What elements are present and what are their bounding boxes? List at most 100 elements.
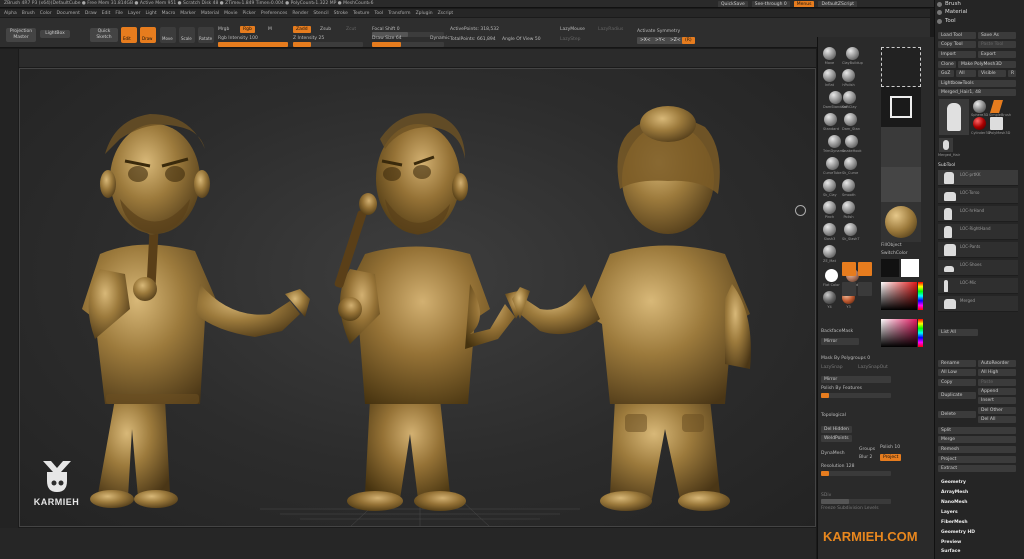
main-color-swatch[interactable] [881, 259, 899, 277]
menu-document[interactable]: Document [57, 11, 80, 16]
goz-all-button[interactable]: All [956, 70, 976, 77]
freeze-subdivision-button[interactable]: Freeze Subdivision Levels [821, 506, 879, 511]
fill-object-button[interactable]: FillObject [881, 243, 902, 248]
hue-bar[interactable] [918, 282, 923, 310]
groups-toggle[interactable]: Groups [859, 447, 875, 452]
nanomesh-section[interactable]: NanoMesh [941, 500, 968, 505]
del-other-button[interactable]: Del Other [978, 407, 1016, 414]
lazy-snap-out-toggle[interactable]: LazySnapOut [858, 365, 888, 370]
menu-light[interactable]: Light [145, 11, 156, 16]
menu-material[interactable]: Material [201, 11, 219, 16]
surface-section[interactable]: Surface [941, 549, 960, 554]
blur-slider[interactable]: Blur 2 [859, 455, 872, 460]
brush-smooth[interactable]: Smooth [842, 179, 856, 197]
tool-thumb-simplebrush[interactable] [990, 100, 1003, 113]
alpha-preview[interactable] [881, 47, 921, 87]
angle-of-view-slider[interactable]: Angle Of View 50 [502, 37, 541, 42]
menu-tool[interactable]: Tool [374, 11, 383, 16]
move-mode-button[interactable]: Move [160, 27, 176, 43]
resolution-track[interactable] [821, 471, 891, 476]
list-all-button[interactable]: List All [938, 329, 978, 336]
texture-preview[interactable] [881, 127, 921, 167]
quick-sketch-button[interactable]: Quick Sketch [90, 28, 118, 42]
rgb-intensity-slider[interactable]: Rgb Intensity 100 [218, 36, 258, 41]
layers-section[interactable]: Layers [941, 510, 958, 515]
brush-standard[interactable]: Standard [823, 113, 839, 131]
subtool-row[interactable]: LOC-hrHand [938, 206, 1018, 222]
menu-stroke[interactable]: Stroke [334, 11, 348, 16]
export-button[interactable]: Export [978, 51, 1016, 58]
menu-marker[interactable]: Marker [180, 11, 196, 16]
brush-move[interactable]: Move [823, 47, 836, 65]
zcut-toggle[interactable]: Zcut [346, 27, 356, 32]
default-zscript-button[interactable]: DefaultZScript [818, 0, 858, 7]
menu-picker[interactable]: Picker [242, 11, 255, 16]
lasso-button[interactable] [842, 282, 856, 296]
alpha-swatch[interactable] [881, 167, 921, 207]
symmetry-y-toggle[interactable]: >Y< [652, 37, 669, 44]
brush-ze-mat[interactable]: ZE_Mat [823, 245, 836, 263]
project-button[interactable]: Project [938, 456, 1016, 463]
del-hidden-button[interactable]: Del Hidden [821, 426, 852, 433]
backface-mask-toggle[interactable]: BackfaceMask [821, 329, 853, 334]
subtool-row[interactable]: LOC-prtKK [938, 170, 1018, 186]
weld-points-button[interactable]: WeldPoints [821, 435, 852, 442]
mirror-button[interactable]: Mirror [821, 338, 859, 345]
quicksave-button[interactable]: QuickSave [718, 0, 748, 7]
fibermesh-section[interactable]: FiberMesh [941, 520, 968, 525]
insert-button[interactable]: Insert [978, 397, 1016, 404]
subtool-row[interactable]: Merged [938, 296, 1018, 312]
menu-edit[interactable]: Edit [102, 11, 111, 16]
tool-palette-header[interactable]: Tool [937, 18, 956, 24]
scale-mode-button[interactable]: Scale [179, 27, 195, 43]
projection-master-button[interactable]: Projection Master [6, 28, 36, 42]
material-flat-color[interactable]: Flat Color [823, 269, 840, 287]
viewport-canvas[interactable]: KARMIEH [19, 68, 816, 527]
polish-by-features-slider[interactable]: Polish By Features [821, 386, 862, 391]
subtool-row[interactable]: LOC-RightHand [938, 224, 1018, 240]
menu-preferences[interactable]: Preferences [261, 11, 287, 16]
menu-render[interactable]: Render [292, 11, 308, 16]
all-high-button[interactable]: All High [978, 369, 1016, 376]
lazyradius-slider[interactable]: LazyRadius [598, 27, 623, 32]
current-tool-slider[interactable]: Merged_Hair1, 48 [938, 89, 1016, 96]
subtool-section-header[interactable]: SubTool [938, 163, 955, 168]
paste-tool-button[interactable]: Paste Tool [978, 41, 1016, 48]
append-button[interactable]: Append [978, 388, 1016, 395]
brush-dam-stan[interactable]: Dam_Stan [842, 113, 860, 131]
brush-sk-clay[interactable]: Sk_Clay [823, 179, 837, 197]
stroke-modifier-button[interactable] [858, 262, 872, 276]
make-polymesh-button[interactable]: Make PolyMesh3D [958, 61, 1016, 68]
menu-macro[interactable]: Macro [162, 11, 176, 16]
dynamic-toggle[interactable]: Dynamic [430, 36, 450, 41]
mirror-button-2[interactable]: Mirror [821, 376, 891, 383]
goz-button[interactable]: GoZ [938, 70, 954, 77]
mask-by-polygroups-slider[interactable]: Mask By Polygroups 0 [821, 356, 870, 361]
autoreorder-button[interactable]: AutoReorder [978, 360, 1016, 367]
goz-visible-button[interactable]: Visible [978, 70, 1006, 77]
brush-sk-curve[interactable]: Sk_Curve [842, 157, 858, 175]
lazy-snap-toggle[interactable]: LazySnap [821, 365, 843, 370]
menu-brush[interactable]: Brush [22, 11, 35, 16]
duplicate-button[interactable]: Duplicate [938, 392, 976, 399]
tool-thumb-small[interactable] [939, 138, 953, 152]
preview-section[interactable]: Preview [941, 540, 961, 545]
copy-button[interactable]: Copy [938, 379, 976, 386]
menu-zplugin[interactable]: Zplugin [416, 11, 433, 16]
color-picker-gradient[interactable] [881, 282, 917, 310]
resolution-slider[interactable]: Resolution 128 [821, 464, 855, 469]
tool-thumb-cylinder3d[interactable] [973, 117, 986, 130]
material-preview[interactable] [881, 202, 921, 242]
extract-button[interactable]: Extract [938, 465, 1016, 472]
sdiv-track[interactable] [821, 499, 891, 504]
brush-polish[interactable]: Polish [842, 201, 855, 219]
transpose-circle-handle[interactable] [795, 205, 806, 216]
geometry-section[interactable]: Geometry [941, 480, 966, 485]
split-button[interactable]: Split [938, 427, 1016, 434]
sdiv-slider[interactable]: SDiv [821, 493, 831, 498]
brush-palette-header[interactable]: Brush [937, 1, 961, 7]
material-palette-header[interactable]: Material [937, 9, 967, 15]
brush-hpolish[interactable]: hPolish [842, 69, 855, 87]
color-picker-gradient-2[interactable] [881, 319, 917, 347]
geometry-hd-section[interactable]: Geometry HD [941, 530, 975, 535]
